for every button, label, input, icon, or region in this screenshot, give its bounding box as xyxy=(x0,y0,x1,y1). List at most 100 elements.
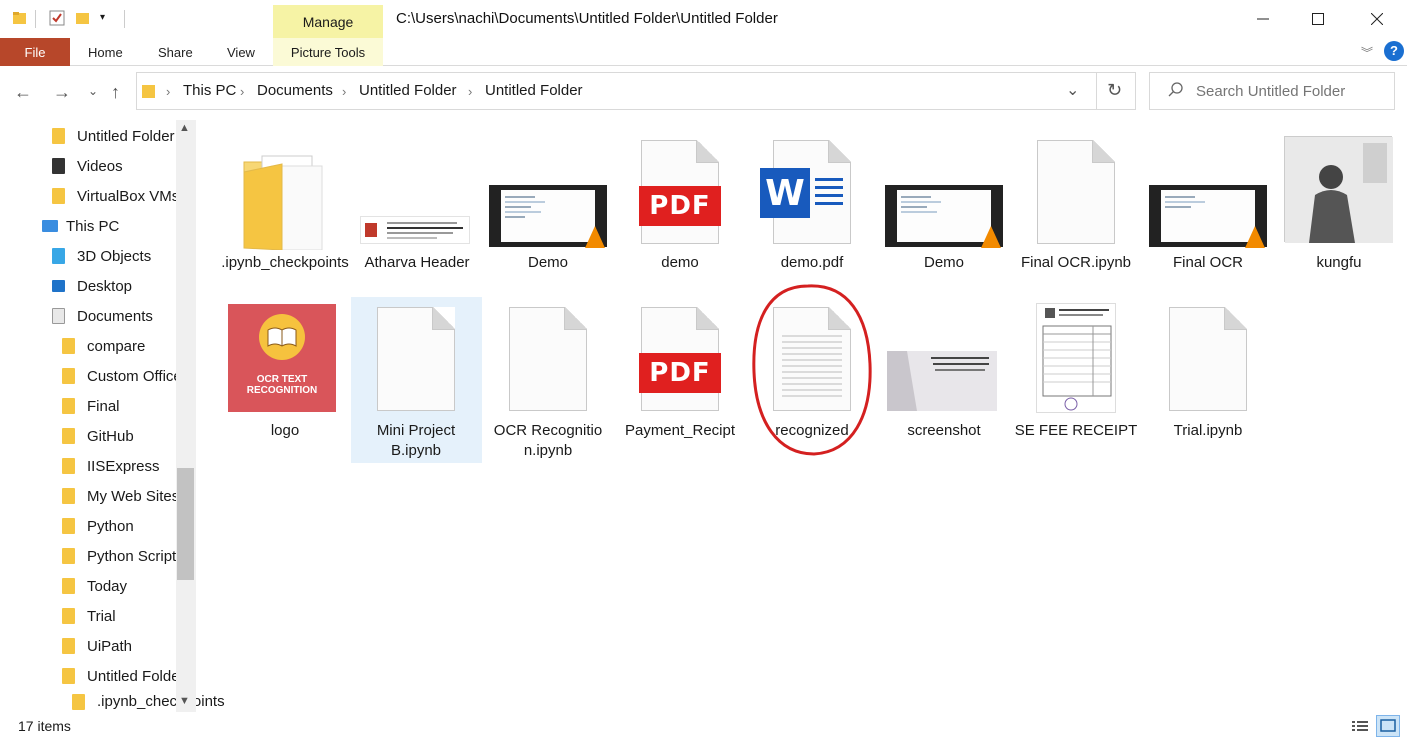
document-icon xyxy=(1169,307,1247,411)
minimize-button[interactable] xyxy=(1236,0,1290,38)
file-item-mini-project-b-ipynb[interactable]: Mini Project B.ipynb xyxy=(351,297,481,463)
sidebar-item-compare[interactable]: compare xyxy=(62,331,145,361)
sidebar-item-ipynb-checkpoints[interactable]: .ipynb_checkpoints xyxy=(72,691,225,712)
breadcrumb-documents[interactable]: Documents xyxy=(257,82,333,99)
file-item-demo-pdf-docx[interactable]: W demo.pdf xyxy=(747,130,877,295)
sidebar-item-final[interactable]: Final xyxy=(62,391,120,421)
back-button[interactable]: ← xyxy=(14,82,32,103)
large-icons-view-icon[interactable] xyxy=(1376,715,1400,737)
sidebar-item-desktop[interactable]: Desktop xyxy=(52,271,132,301)
sidebar-item-trial[interactable]: Trial xyxy=(62,601,116,631)
file-name: SE FEE RECEIPT xyxy=(1014,422,1138,439)
maximize-button[interactable] xyxy=(1291,0,1345,38)
search-input[interactable] xyxy=(1196,78,1386,104)
help-icon[interactable]: ? xyxy=(1384,41,1404,61)
folder-icon xyxy=(62,638,75,654)
sidebar-item-uipath[interactable]: UiPath xyxy=(62,631,132,661)
file-name: demo.pdf xyxy=(780,254,844,271)
file-name: Final OCR xyxy=(1172,254,1243,271)
file-item-demo-video-2[interactable]: Demo xyxy=(879,130,1009,295)
tab-home[interactable]: Home xyxy=(88,38,123,66)
file-item-kungfu[interactable]: kungfu xyxy=(1274,130,1404,295)
file-item-final-ocr-ipynb[interactable]: Final OCR.ipynb xyxy=(1011,130,1141,295)
vlc-icon xyxy=(981,226,1001,248)
address-dropdown-icon[interactable]: ⌄ xyxy=(1066,80,1079,100)
properties-icon[interactable] xyxy=(49,10,65,26)
folder-icon xyxy=(62,338,75,354)
file-name: Final OCR.ipynb xyxy=(1020,254,1132,271)
tab-file[interactable]: File xyxy=(0,38,70,66)
file-item-atharva-header[interactable]: Atharva Header xyxy=(352,130,482,295)
file-item-ocr-recognition-ipynb[interactable]: OCR Recognition.ipynb xyxy=(483,297,613,482)
folder-icon xyxy=(12,10,28,26)
folder-icon xyxy=(52,188,65,204)
sidebar-item-virtualbox-vms[interactable]: VirtualBox VMs xyxy=(52,181,179,211)
vlc-icon xyxy=(1245,226,1265,248)
sidebar-scrollbar[interactable] xyxy=(176,120,196,712)
breadcrumb-this-pc[interactable]: This PC xyxy=(183,82,236,99)
file-name: demo xyxy=(661,254,699,271)
folder-icon xyxy=(62,518,75,534)
document-icon xyxy=(1037,140,1115,244)
divider xyxy=(35,10,36,28)
image-thumbnail xyxy=(360,216,470,244)
breadcrumb-untitled-folder[interactable]: Untitled Folder xyxy=(359,82,457,99)
sidebar-item-today[interactable]: Today xyxy=(62,571,127,601)
file-name: Atharva Header xyxy=(364,254,470,271)
file-item-screenshot[interactable]: screenshot xyxy=(879,297,1009,463)
folder-icon xyxy=(62,608,75,624)
book-icon xyxy=(259,314,305,360)
folder-icon xyxy=(62,548,75,564)
sidebar-item-python-scripts[interactable]: Python Scripts xyxy=(62,541,184,571)
scroll-down-icon[interactable]: ▼ xyxy=(179,695,190,707)
file-item-demo-video[interactable]: Demo xyxy=(483,130,613,295)
folder-icon xyxy=(62,398,75,414)
title-bar: ▾ Manage C:\Users\nachi\Documents\Untitl… xyxy=(0,0,1407,38)
sidebar-item-this-pc[interactable]: This PC xyxy=(42,211,119,241)
file-name: logo xyxy=(270,422,300,439)
word-lines-icon xyxy=(815,178,843,205)
file-item-final-ocr-video[interactable]: Final OCR xyxy=(1143,130,1273,295)
sidebar-item-videos[interactable]: Videos xyxy=(52,151,123,181)
forward-button[interactable]: → xyxy=(53,82,71,103)
new-folder-icon[interactable] xyxy=(75,10,91,26)
sidebar-scrollbar-thumb[interactable] xyxy=(177,468,194,580)
sidebar-item-python[interactable]: Python xyxy=(62,511,134,541)
expand-ribbon-icon[interactable]: ︾ xyxy=(1361,44,1373,61)
sidebar-item-untitled-folder[interactable]: Untitled Folder xyxy=(52,121,175,151)
tab-picture-tools[interactable]: Picture Tools xyxy=(273,38,383,66)
file-item-logo[interactable]: OCR TEXT RECOGNITION logo xyxy=(220,297,350,463)
details-view-icon[interactable] xyxy=(1350,717,1370,735)
sidebar-item-github[interactable]: GitHub xyxy=(62,421,134,451)
chevron-right-icon: › xyxy=(240,84,245,99)
file-item-demo-pdf[interactable]: PDF demo xyxy=(615,130,745,295)
tab-view[interactable]: View xyxy=(227,38,255,66)
sidebar-item-my-web-sites[interactable]: My Web Sites xyxy=(62,481,179,511)
image-thumbnail: OCR TEXT RECOGNITION xyxy=(228,304,336,412)
close-button[interactable] xyxy=(1350,0,1404,38)
document-icon xyxy=(377,307,455,411)
3d-objects-icon xyxy=(52,248,65,264)
scroll-up-icon[interactable]: ▲ xyxy=(179,122,190,134)
folder-icon xyxy=(243,155,323,250)
breadcrumb-untitled-folder-current[interactable]: Untitled Folder xyxy=(485,82,583,99)
sidebar-item-custom-office[interactable]: Custom Office xyxy=(62,361,182,391)
vlc-icon xyxy=(585,226,605,248)
file-item-payment-recipt[interactable]: PDF Payment_Recipt xyxy=(615,297,745,463)
refresh-icon[interactable]: ↻ xyxy=(1107,80,1122,101)
file-item-se-fee-receipt[interactable]: SE FEE RECEIPT xyxy=(1011,297,1141,463)
sidebar-item-untitled-folder-2[interactable]: Untitled Folder xyxy=(62,661,185,691)
sidebar-item-iisexpress[interactable]: IISExpress xyxy=(62,451,160,481)
up-button[interactable]: ↑ xyxy=(111,82,120,103)
image-thumbnail xyxy=(887,351,997,411)
sidebar-item-3d-objects[interactable]: 3D Objects xyxy=(52,241,151,271)
file-item-trial-ipynb[interactable]: Trial.ipynb xyxy=(1143,297,1273,463)
sidebar-item-documents[interactable]: Documents xyxy=(52,301,153,331)
tab-manage[interactable]: Manage xyxy=(273,5,383,38)
divider xyxy=(124,10,125,28)
customize-quick-access-icon[interactable]: ▾ xyxy=(100,10,116,26)
file-item-ipynb-checkpoints[interactable]: .ipynb_checkpoints xyxy=(220,130,350,295)
recent-locations-button[interactable]: ⌄ xyxy=(88,84,98,98)
chevron-right-icon: › xyxy=(468,84,473,99)
tab-share[interactable]: Share xyxy=(158,38,193,66)
